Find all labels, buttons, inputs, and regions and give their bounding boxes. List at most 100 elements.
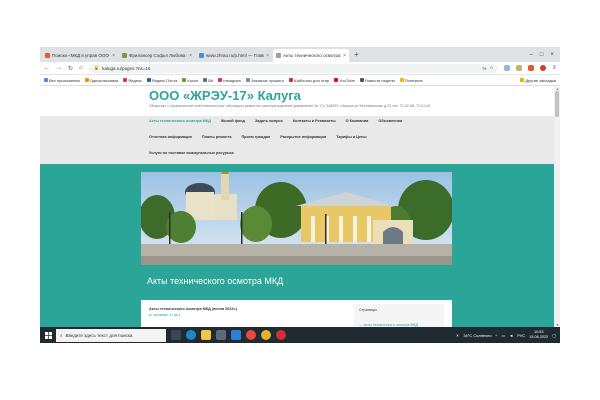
nav-item-reports[interactable]: Отчетная информация xyxy=(149,135,192,139)
tab-acts[interactable]: Акты технического осмотра МКД × xyxy=(273,49,349,62)
bookmark-icon xyxy=(289,78,293,82)
clock[interactable]: 10:53 15.06.2022 xyxy=(529,330,548,340)
nav-item-announcements[interactable]: Объявления xyxy=(378,119,402,123)
web-page: ООО «ЖРЭУ-17» Калуга Общество с ограниче… xyxy=(40,87,560,327)
maximize-icon[interactable]: □ xyxy=(540,52,544,58)
tab-close-icon[interactable]: × xyxy=(343,53,346,59)
tab-close-icon[interactable]: × xyxy=(112,53,115,59)
bookmark-item[interactable]: Яндекс.Почта xyxy=(146,77,178,83)
article-meta[interactable]: м. мухаева, 4 год 1 xyxy=(149,313,181,317)
nav-item-disclosure[interactable]: Раскрытие информации xyxy=(280,135,326,139)
tab-search[interactable]: Поиски «МКД в управ ООО Ж × xyxy=(42,49,118,62)
nav-item-ask[interactable]: Задать вопрос xyxy=(255,119,283,123)
other-bookmarks[interactable]: Другие закладки xyxy=(520,78,556,83)
bookmark-item[interactable]: Заказчик лучшего xyxy=(246,78,284,83)
opera-icon[interactable] xyxy=(276,330,286,340)
bookmark-icon xyxy=(182,78,187,82)
browser-window: Поиски «МКД в управ ООО Ж × Фрилансер Со… xyxy=(40,47,560,343)
search-icon: ⌕ xyxy=(60,332,63,338)
menu-icon[interactable]: ≡ xyxy=(552,65,556,71)
taskbar-search-input[interactable]: ⌕ Введите здесь текст для поиска xyxy=(56,328,166,342)
edge-icon[interactable] xyxy=(186,330,196,340)
bookmark-item[interactable]: Instagram xyxy=(218,78,241,83)
nav-row: Услуги по поставке коммунальных ресурсов xyxy=(149,151,234,155)
tab-close-icon[interactable]: × xyxy=(189,53,192,59)
page-title: Акты технического осмотра МКД xyxy=(147,276,284,286)
close-icon[interactable]: × xyxy=(550,52,554,58)
bookmark-item[interactable]: Полезное xyxy=(399,78,423,83)
start-button[interactable] xyxy=(40,327,56,343)
weather-text[interactable]: 34°C Солнечно xyxy=(463,333,491,338)
minimize-icon[interactable]: – xyxy=(530,52,533,58)
forward-icon[interactable]: → xyxy=(56,65,62,71)
navigation-bar: ← → ↻ ⌂ 🔒 kaluga.ru/pages.?ns=16 % ☆ ≡ xyxy=(40,62,560,75)
nav-row: Отчетная информация Планы ремонта Прием … xyxy=(149,135,367,139)
task-view-icon[interactable] xyxy=(171,330,181,340)
reload-icon[interactable]: ↻ xyxy=(68,65,73,72)
zoom-indicator[interactable]: % xyxy=(482,66,486,71)
bookmark-label: ВК xyxy=(208,77,214,83)
taskbar: ⌕ Введите здесь текст для поиска ☀ 34°C … xyxy=(40,327,560,343)
scrollbar[interactable]: ▲ ▼ xyxy=(554,87,560,327)
tab-label: Фрилансер Софья Любова н xyxy=(129,53,188,58)
nav-item-repair-plans[interactable]: Планы ремонта xyxy=(202,135,232,139)
bookmark-item[interactable]: Одноклассники xyxy=(84,78,118,83)
new-tab-button[interactable]: + xyxy=(350,50,363,59)
site-navigation: Акты технического осмотра МКД Жилой фонд… xyxy=(40,116,554,164)
nav-row: Акты технического осмотра МКД Жилой фонд… xyxy=(149,119,402,123)
bookmark-label: Вес приложения xyxy=(49,77,80,83)
nav-item-reception[interactable]: Прием граждан xyxy=(241,135,270,139)
nav-item-tariffs[interactable]: Тарифы и Цены xyxy=(336,135,366,139)
bookmark-item[interactable]: Шаблоны для отпр xyxy=(289,78,329,83)
notifications-icon[interactable]: ▢ xyxy=(552,333,556,338)
nav-item-acts[interactable]: Акты технического осмотра МКД xyxy=(149,119,211,123)
bookmark-icon xyxy=(123,78,128,82)
volume-icon[interactable]: ◄ xyxy=(509,333,513,338)
tab-favicon-icon xyxy=(45,53,50,58)
profile-icon[interactable] xyxy=(540,65,547,71)
bookmarks-bar: Вес приложения Одноклассники Яндекс Янде… xyxy=(40,75,560,86)
bookmark-item[interactable]: Новости недели xyxy=(359,78,395,83)
star-icon[interactable]: ☆ xyxy=(489,65,493,71)
tab-freelancer[interactable]: Фрилансер Софья Любова н × xyxy=(119,49,195,62)
url-text: kaluga.ru/pages.?ns=16 xyxy=(102,65,151,71)
nav-item-contacts[interactable]: Контакты и Реквизиты xyxy=(293,119,336,123)
chrome-icon[interactable] xyxy=(261,330,271,340)
explorer-icon[interactable] xyxy=(201,330,211,340)
yandex-browser-icon[interactable] xyxy=(246,330,256,340)
tab-main-page[interactable]: www.zhrau.ru/p.html — Главная управ × xyxy=(196,49,272,62)
extension-icon[interactable] xyxy=(528,65,535,71)
back-icon[interactable]: ← xyxy=(44,65,50,71)
nav-item-about[interactable]: О Компании xyxy=(346,119,369,123)
bookmark-icon xyxy=(359,78,364,82)
store-icon[interactable] xyxy=(216,330,226,340)
language-indicator[interactable]: РУС xyxy=(517,333,525,338)
bookmark-label: Шаблоны для отпр xyxy=(294,77,330,83)
tab-label: Поиски «МКД в управ ООО Ж xyxy=(52,53,111,58)
bookmark-item[interactable]: Яндекс xyxy=(123,78,142,83)
bookmark-item[interactable]: Вес приложения xyxy=(44,78,80,83)
weather-icon: ☀ xyxy=(455,332,460,338)
bookmark-item[interactable]: ВК xyxy=(203,78,213,83)
mail-icon[interactable] xyxy=(231,330,241,340)
bookmark-item[interactable]: YouTube xyxy=(334,78,355,83)
tab-close-icon[interactable]: × xyxy=(266,53,269,59)
bookmark-label: Яндекс.Почта xyxy=(151,77,178,83)
bookmark-item[interactable]: Кокон xyxy=(182,78,198,83)
bookmark-icon xyxy=(334,78,339,82)
bookmark-label: YouTube xyxy=(339,77,355,83)
address-bar[interactable]: 🔒 kaluga.ru/pages.?ns=16 % ☆ xyxy=(88,63,499,73)
chevron-up-icon[interactable]: ^ xyxy=(496,333,498,338)
network-icon[interactable]: ▭ xyxy=(501,333,505,338)
nav-item-utilities[interactable]: Услуги по поставке коммунальных ресурсов xyxy=(149,151,234,155)
article-title[interactable]: Акты технического осмотра МКД (весна 202… xyxy=(149,307,237,311)
extension-icon[interactable] xyxy=(504,65,511,71)
site-title[interactable]: ООО «ЖРЭУ-17» Калуга xyxy=(149,88,301,103)
scrollbar-thumb[interactable] xyxy=(555,91,559,117)
nav-item-housing[interactable]: Жилой фонд xyxy=(221,119,245,123)
extension-icon[interactable] xyxy=(516,65,523,71)
home-icon[interactable]: ⌂ xyxy=(79,65,83,71)
content-card: Акты технического осмотра МКД (весна 202… xyxy=(141,300,452,327)
tab-favicon-icon xyxy=(122,53,127,58)
other-bookmarks-label: Другие закладки xyxy=(525,77,556,83)
